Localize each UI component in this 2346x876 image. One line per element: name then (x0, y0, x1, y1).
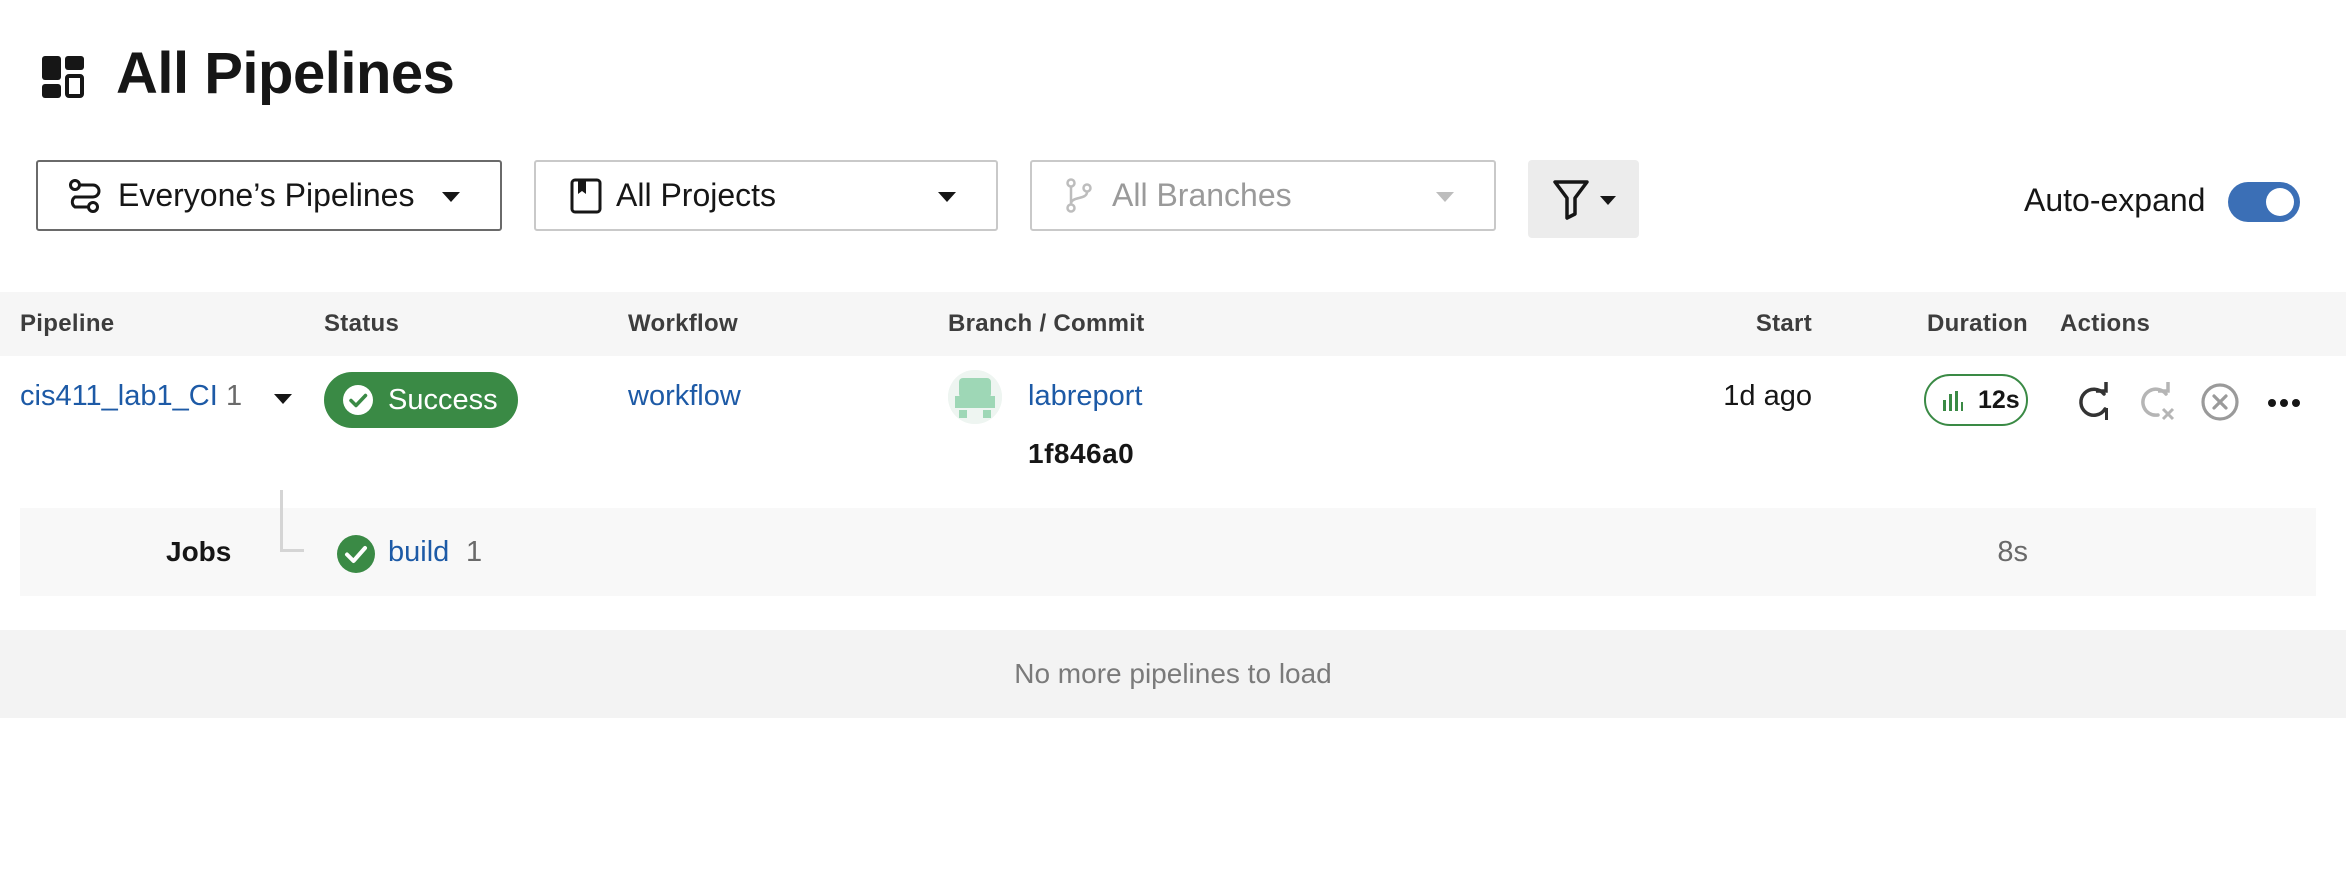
job-number: 1 (466, 536, 483, 568)
branch-filter-label: All Branches (1112, 177, 1292, 213)
filter-icon (1553, 180, 1589, 220)
filter-button[interactable] (1528, 160, 1639, 238)
owner-filter-label: Everyone’s Pipelines (118, 177, 415, 213)
chevron-down-icon (938, 192, 956, 202)
column-header-status: Status (324, 310, 400, 337)
tree-connector (280, 490, 304, 552)
chevron-down-icon (1600, 196, 1616, 205)
status-label: Success (388, 384, 498, 416)
owner-filter-dropdown[interactable]: Everyone’s Pipelines (36, 160, 502, 231)
chevron-down-icon (1436, 192, 1454, 202)
job-duration: 8s (1997, 536, 2028, 568)
column-header-workflow: Workflow (628, 310, 738, 337)
rerun-icon[interactable] (2074, 382, 2114, 422)
project-filter-dropdown[interactable]: All Projects (534, 160, 998, 231)
pipeline-number: 1 (226, 380, 243, 412)
expand-row-caret-icon[interactable] (274, 394, 292, 404)
auto-expand-label: Auto-expand (2024, 182, 2206, 218)
avatar-icon (948, 370, 1002, 424)
job-link[interactable]: build (388, 536, 449, 569)
dashboard-icon (42, 56, 84, 98)
start-time: 1d ago (1723, 380, 1812, 412)
workflow-link[interactable]: workflow (628, 380, 741, 413)
column-header-pipeline: Pipeline (20, 310, 115, 337)
branch-link[interactable]: labreport (1028, 380, 1142, 413)
auto-expand-toggle[interactable] (2228, 182, 2300, 222)
bookmark-icon (570, 178, 602, 214)
commit-hash[interactable]: 1f846a0 (1028, 438, 1134, 470)
chevron-down-icon (442, 192, 460, 202)
duration-value: 12s (1978, 386, 2020, 414)
pipelines-icon (69, 179, 101, 213)
duration-badge[interactable]: 12s (1924, 374, 2028, 426)
column-header-start: Start (1755, 310, 1812, 337)
branch-filter-dropdown[interactable]: All Branches (1030, 160, 1496, 231)
column-header-branch-commit: Branch / Commit (948, 310, 1145, 337)
check-circle-icon (343, 385, 373, 415)
project-filter-label: All Projects (616, 177, 777, 213)
page-title: All Pipelines (116, 41, 455, 106)
check-circle-icon (337, 535, 375, 573)
column-header-actions: Actions (2060, 310, 2151, 337)
toggle-knob (2266, 188, 2294, 216)
avatar (948, 370, 1002, 424)
jobs-label: Jobs (166, 536, 232, 567)
branch-icon (1066, 178, 1092, 213)
rerun-failed-icon[interactable] (2136, 382, 2176, 422)
no-more-pipelines-text: No more pipelines to load (1014, 658, 1332, 689)
status-badge[interactable]: Success (324, 372, 518, 428)
cancel-icon[interactable] (2200, 382, 2240, 422)
insights-icon (1943, 391, 1963, 411)
pipeline-name-link[interactable]: cis411_lab1_CI (20, 380, 218, 413)
more-icon[interactable] (2264, 382, 2304, 422)
column-header-duration: Duration (1926, 310, 2028, 337)
